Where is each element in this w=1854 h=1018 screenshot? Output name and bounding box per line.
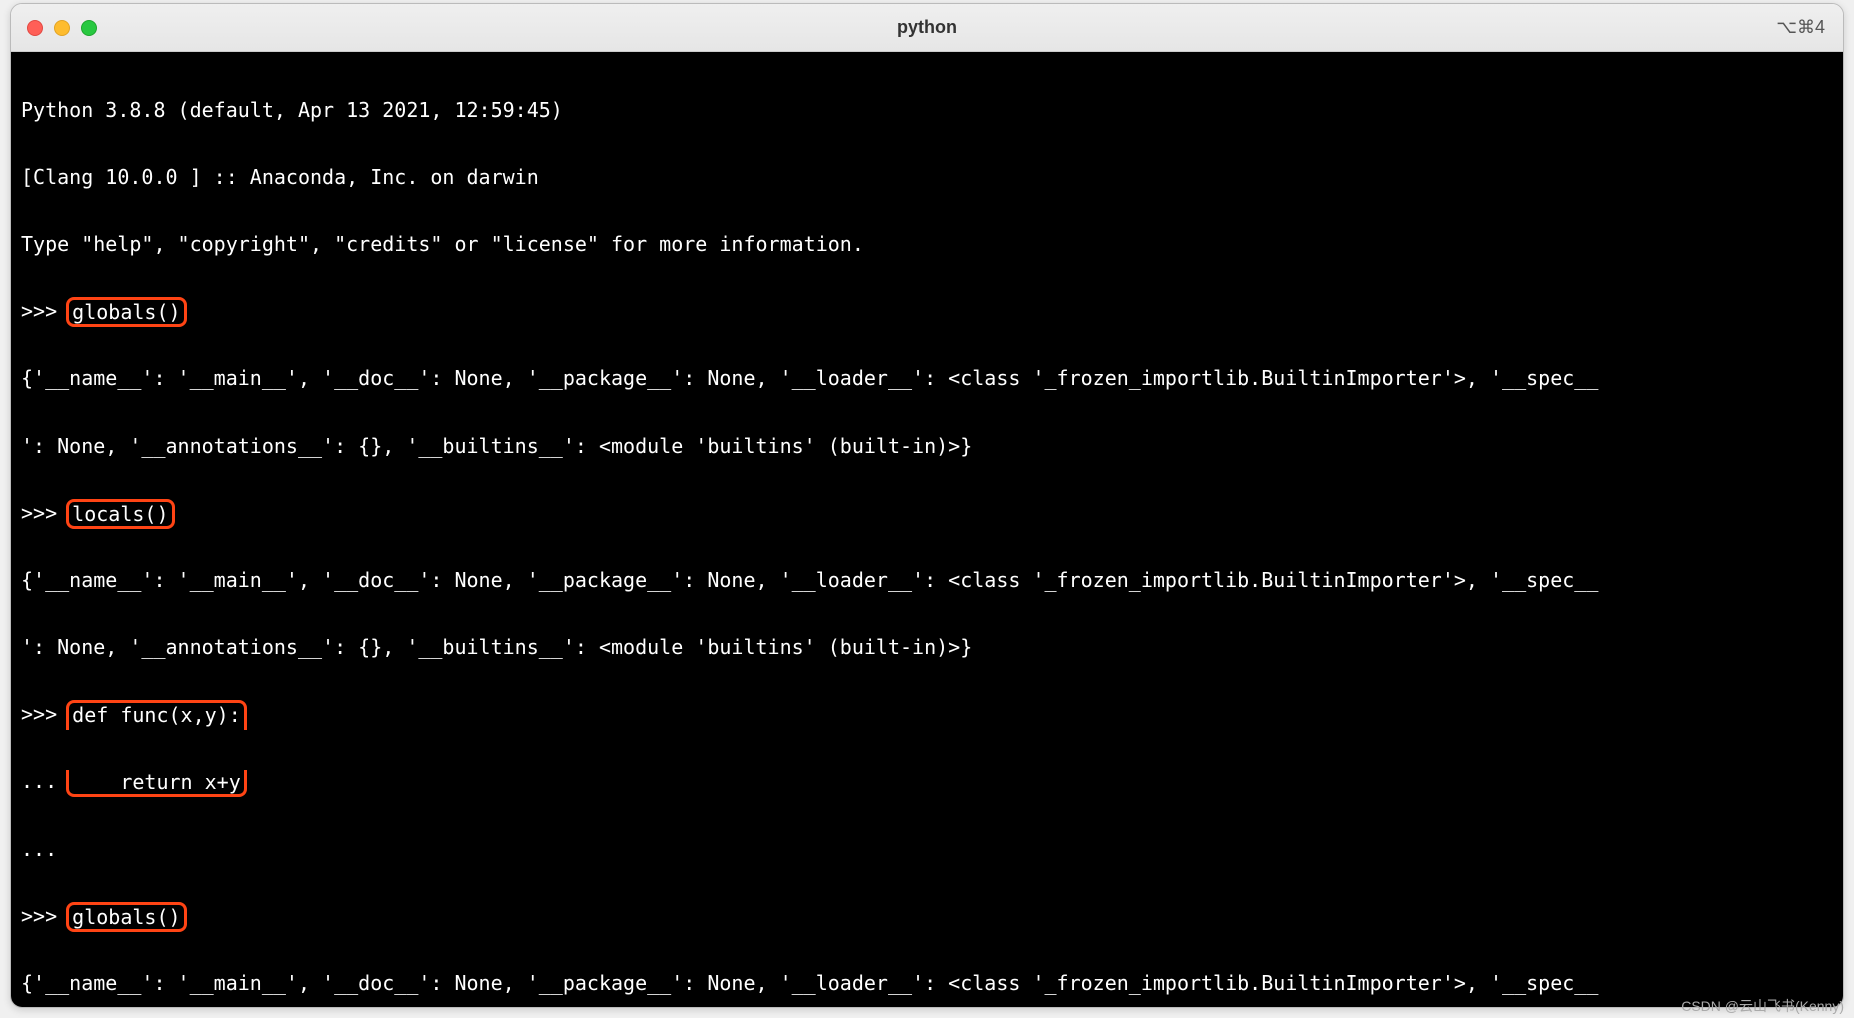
highlight-box: globals()	[66, 902, 186, 932]
output-line: Type "help", "copyright", "credits" or "…	[21, 228, 1833, 262]
terminal-window: python ⌥⌘4 Python 3.8.8 (default, Apr 13…	[10, 3, 1844, 1008]
highlight-box: return x+y	[66, 770, 247, 797]
zoom-icon[interactable]	[81, 20, 97, 36]
highlight-box: def func(x,y):	[66, 700, 247, 730]
prompt-line: >>> def func(x,y):	[21, 698, 1833, 732]
titlebar[interactable]: python ⌥⌘4	[11, 4, 1843, 52]
output-line: ...	[21, 833, 1833, 867]
output-line: [Clang 10.0.0 ] :: Anaconda, Inc. on dar…	[21, 161, 1833, 195]
prompt-line: >>> locals()	[21, 497, 1833, 531]
shortcut-hint: ⌥⌘4	[1776, 17, 1825, 38]
output-line: {'__name__': '__main__', '__doc__': None…	[21, 967, 1833, 1001]
prompt-line: ... return x+y	[21, 765, 1833, 799]
watermark: CSDN @云山飞书(Kenny)	[1681, 996, 1844, 1016]
output-line: ': None, '__annotations__': {}, '__built…	[21, 430, 1833, 464]
terminal-content[interactable]: Python 3.8.8 (default, Apr 13 2021, 12:5…	[11, 52, 1843, 1007]
traffic-lights	[27, 20, 97, 36]
output-line: Python 3.8.8 (default, Apr 13 2021, 12:5…	[21, 94, 1833, 128]
close-icon[interactable]	[27, 20, 43, 36]
prompt-line: >>> globals()	[21, 295, 1833, 329]
output-line: {'__name__': '__main__', '__doc__': None…	[21, 564, 1833, 598]
window-title: python	[897, 17, 957, 38]
minimize-icon[interactable]	[54, 20, 70, 36]
output-line: ': None, '__annotations__': {}, '__built…	[21, 631, 1833, 665]
highlight-box: locals()	[66, 499, 174, 529]
highlight-box: globals()	[66, 297, 186, 327]
output-line: {'__name__': '__main__', '__doc__': None…	[21, 362, 1833, 396]
prompt-line: >>> globals()	[21, 900, 1833, 934]
